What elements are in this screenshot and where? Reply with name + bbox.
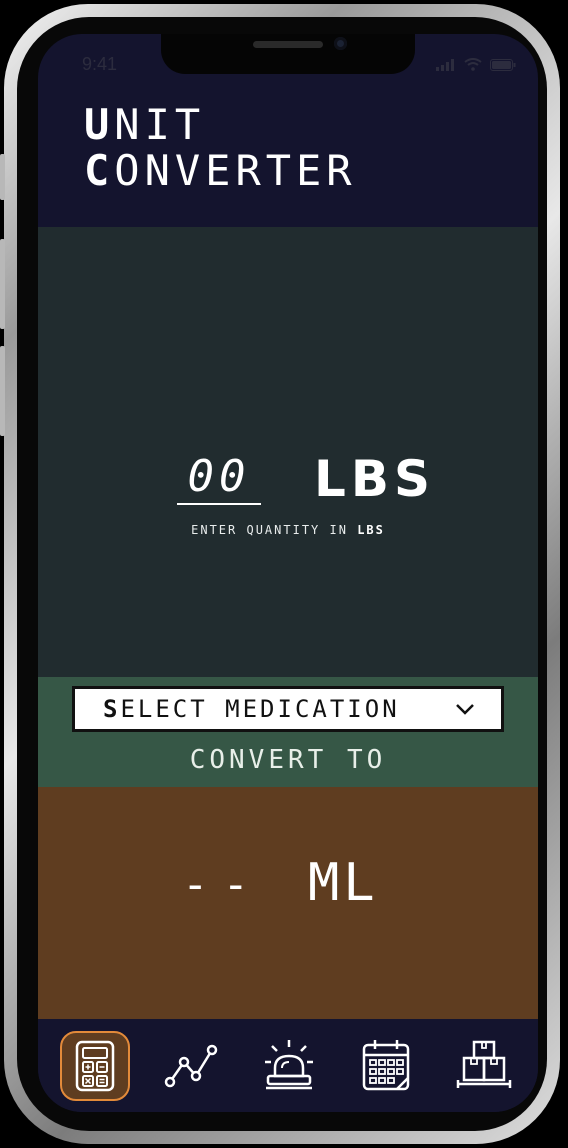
tab-inventory[interactable] [454, 1035, 514, 1095]
tab-bar [38, 1019, 538, 1112]
tab-statistics[interactable] [162, 1035, 222, 1095]
quantity-input-section: 00 LBS ENTER QUANTITY IN LBS [38, 227, 538, 677]
medication-select-label: SELECT MEDICATION [103, 695, 400, 723]
notch [161, 34, 415, 74]
tab-calculator[interactable] [60, 1031, 130, 1101]
volume-down-button [0, 346, 5, 436]
volume-up-button [0, 239, 5, 329]
status-bar: 9:41 [38, 34, 538, 90]
title-initial-c: C [84, 146, 115, 195]
tab-calendar[interactable] [356, 1035, 416, 1095]
calendar-icon [362, 1040, 410, 1091]
chevron-down-icon [456, 704, 474, 715]
tab-alerts[interactable] [259, 1035, 319, 1095]
front-camera [334, 37, 347, 50]
quantity-row: 00 LBS [38, 450, 538, 508]
title-word-converter: ONVERTER [114, 146, 357, 195]
result-value: -- [182, 859, 263, 910]
speaker [253, 41, 323, 48]
hint-unit: LBS [357, 523, 385, 537]
mute-switch [0, 154, 5, 200]
medication-select-section: SELECT MEDICATION CONVERT TO [38, 677, 538, 787]
signal-icon [436, 58, 454, 71]
quantity-input[interactable]: 00 [177, 453, 261, 505]
title-word-unit: NIT [114, 100, 206, 149]
status-icons [436, 58, 516, 71]
hint-text: ENTER QUANTITY IN [191, 523, 348, 537]
title-line-1: UNIT [84, 100, 205, 149]
wifi-icon [464, 58, 482, 71]
calculator-icon [75, 1040, 115, 1092]
select-label-text: ELECT MEDICATION [120, 695, 400, 723]
siren-icon [265, 1040, 313, 1090]
quantity-hint: ENTER QUANTITY IN LBS [38, 523, 538, 537]
battery-icon [490, 58, 516, 71]
convert-to-label: CONVERT TO [189, 745, 387, 775]
title-line-2: CONVERTER [84, 146, 357, 195]
app-screen: 9:41 UNIT CONVERTER 00 LBS ENTER QUANTIT… [38, 34, 538, 1112]
select-label-initial: S [103, 695, 121, 723]
status-time: 9:41 [82, 54, 118, 74]
result-unit-label: ML [308, 853, 379, 913]
medication-select[interactable]: SELECT MEDICATION [72, 686, 504, 732]
input-unit-label: LBS [314, 450, 435, 508]
title-initial-u: U [84, 100, 115, 149]
app-header: UNIT CONVERTER [38, 90, 538, 227]
boxes-icon [456, 1040, 512, 1088]
result-section: -- ML [38, 787, 538, 1019]
line-chart-icon [164, 1044, 218, 1088]
